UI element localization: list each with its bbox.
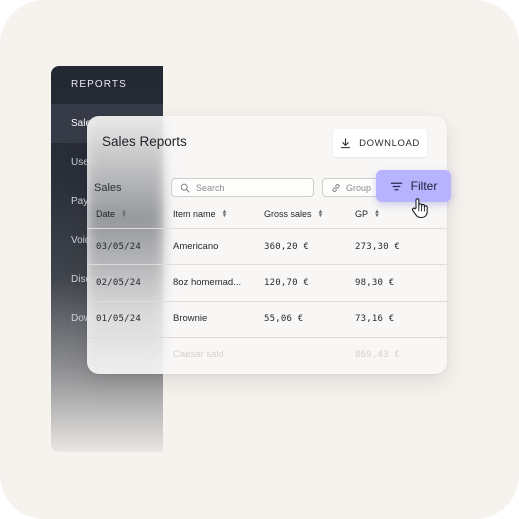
column-header-label: GP: [355, 209, 369, 219]
sales-reports-panel: Sales Reports DOWNLOAD Sales Search Grou…: [87, 116, 447, 374]
search-icon: [180, 183, 190, 192]
table-divider: [87, 337, 447, 338]
cell-item: 8oz homemad...: [173, 277, 242, 288]
column-header-item-name[interactable]: Item name ▲ ▼: [173, 209, 227, 219]
column-header-label: Gross sales: [264, 209, 312, 219]
column-header-gross-sales[interactable]: Gross sales ▲ ▼: [264, 209, 323, 219]
app-frame: REPORTS Sales Users Payments Voids Disco…: [0, 0, 519, 519]
column-header-label: Date: [96, 209, 116, 219]
search-input[interactable]: Search: [171, 178, 314, 197]
table-divider: [87, 301, 447, 302]
download-button[interactable]: DOWNLOAD: [333, 129, 427, 157]
hand-pointer-icon: [411, 198, 428, 219]
search-placeholder: Search: [196, 182, 225, 193]
sort-icon: ▲ ▼: [221, 209, 228, 219]
download-button-label: DOWNLOAD: [359, 137, 420, 149]
cell-gross: 360,20 €: [264, 242, 309, 252]
filter-button-label: Filter: [410, 179, 438, 193]
cell-item: Brownie: [173, 313, 208, 324]
cell-date: 01/05/24: [96, 314, 141, 324]
cell-item: Caesar sald: [173, 349, 224, 360]
column-header-label: Item name: [173, 209, 216, 219]
section-label: Sales: [94, 182, 122, 194]
cell-gp: 273,30 €: [355, 242, 400, 252]
sort-icon: ▲ ▼: [121, 209, 127, 219]
cell-item: Americano: [173, 241, 219, 252]
cell-gp: 73,16 €: [355, 314, 395, 324]
group-placeholder: Group: [346, 182, 372, 193]
cell-gp: 98,30 €: [355, 278, 395, 288]
page-title: Sales Reports: [102, 134, 187, 149]
cell-date: 03/05/24: [96, 242, 141, 252]
column-header-gp[interactable]: GP ▲ ▼: [355, 209, 380, 219]
cell-gross: 55,06 €: [264, 314, 304, 324]
cell-gross: 120,70 €: [264, 278, 309, 288]
table-divider: [87, 228, 447, 229]
sidebar-header: REPORTS: [71, 79, 127, 90]
sort-icon: ▲ ▼: [374, 209, 380, 219]
column-header-date[interactable]: Date ▲ ▼: [96, 209, 127, 219]
filter-lines-icon: [390, 182, 402, 190]
sort-icon: ▲ ▼: [317, 209, 324, 219]
cell-date: 02/05/24: [96, 278, 141, 288]
download-icon: [340, 137, 351, 148]
cell-gp: 869,43 €: [355, 350, 400, 360]
table-divider: [87, 264, 447, 265]
link-icon: [332, 183, 340, 192]
